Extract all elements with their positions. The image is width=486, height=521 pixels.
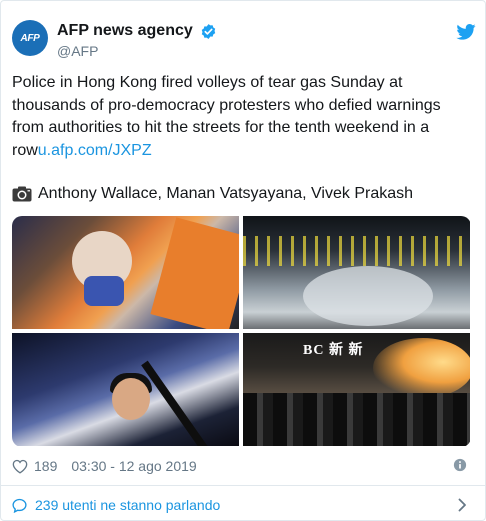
avatar-logo-text: AFP [20, 32, 40, 44]
author-block[interactable]: AFP news agency @AFP [57, 22, 217, 59]
divider [1, 485, 486, 486]
conversation-link[interactable]: 239 utenti ne stanno parlando [12, 495, 471, 515]
tweet-text: Police in Hong Kong fired volleys of tea… [12, 72, 474, 162]
display-name[interactable]: AFP news agency [57, 22, 193, 40]
verified-badge-icon [201, 23, 216, 39]
conversation-label[interactable]: 239 utenti ne stanno parlando [35, 497, 220, 513]
arrested-protester-photo[interactable] [12, 333, 239, 446]
tear-gas-crowd-photo[interactable] [243, 216, 470, 329]
riot-police-photo[interactable]: BC 新 新 [243, 333, 470, 446]
tweet-meta: 189 03:30 - 12 ago 2019 [12, 457, 471, 475]
photo-detail [84, 276, 124, 306]
tweet-header: AFP AFP news agency @AFP [12, 16, 476, 66]
photo-detail [243, 393, 470, 446]
tweet-link[interactable]: u.afp.com/JXPZ [38, 142, 152, 159]
photo-grid: BC 新 新 [12, 216, 471, 447]
heart-icon[interactable] [12, 459, 28, 474]
photo-detail [243, 236, 470, 266]
like-count[interactable]: 189 [34, 458, 57, 474]
credit-names: Anthony Wallace, Manan Vatsyayana, Vivek… [38, 185, 414, 202]
photo-detail [150, 217, 239, 329]
chevron-right-icon[interactable] [458, 498, 467, 512]
photo-detail [373, 338, 470, 398]
camera-icon [12, 186, 32, 202]
timestamp[interactable]: 03:30 - 12 ago 2019 [71, 458, 196, 474]
avatar[interactable]: AFP [12, 20, 48, 56]
info-icon[interactable] [453, 458, 467, 472]
injured-protester-photo[interactable] [12, 216, 239, 329]
photo-credit: Anthony Wallace, Manan Vatsyayana, Vivek… [12, 184, 413, 204]
tweet-card: AFP AFP news agency @AFP Police in Hong … [0, 0, 486, 521]
shop-sign: BC 新 新 [303, 343, 364, 358]
photo-detail [303, 266, 433, 326]
photo-detail [112, 378, 150, 420]
speech-bubble-icon [12, 498, 27, 513]
photo-detail [141, 360, 211, 446]
twitter-bird-icon[interactable] [456, 24, 476, 40]
handle[interactable]: @AFP [57, 43, 217, 59]
